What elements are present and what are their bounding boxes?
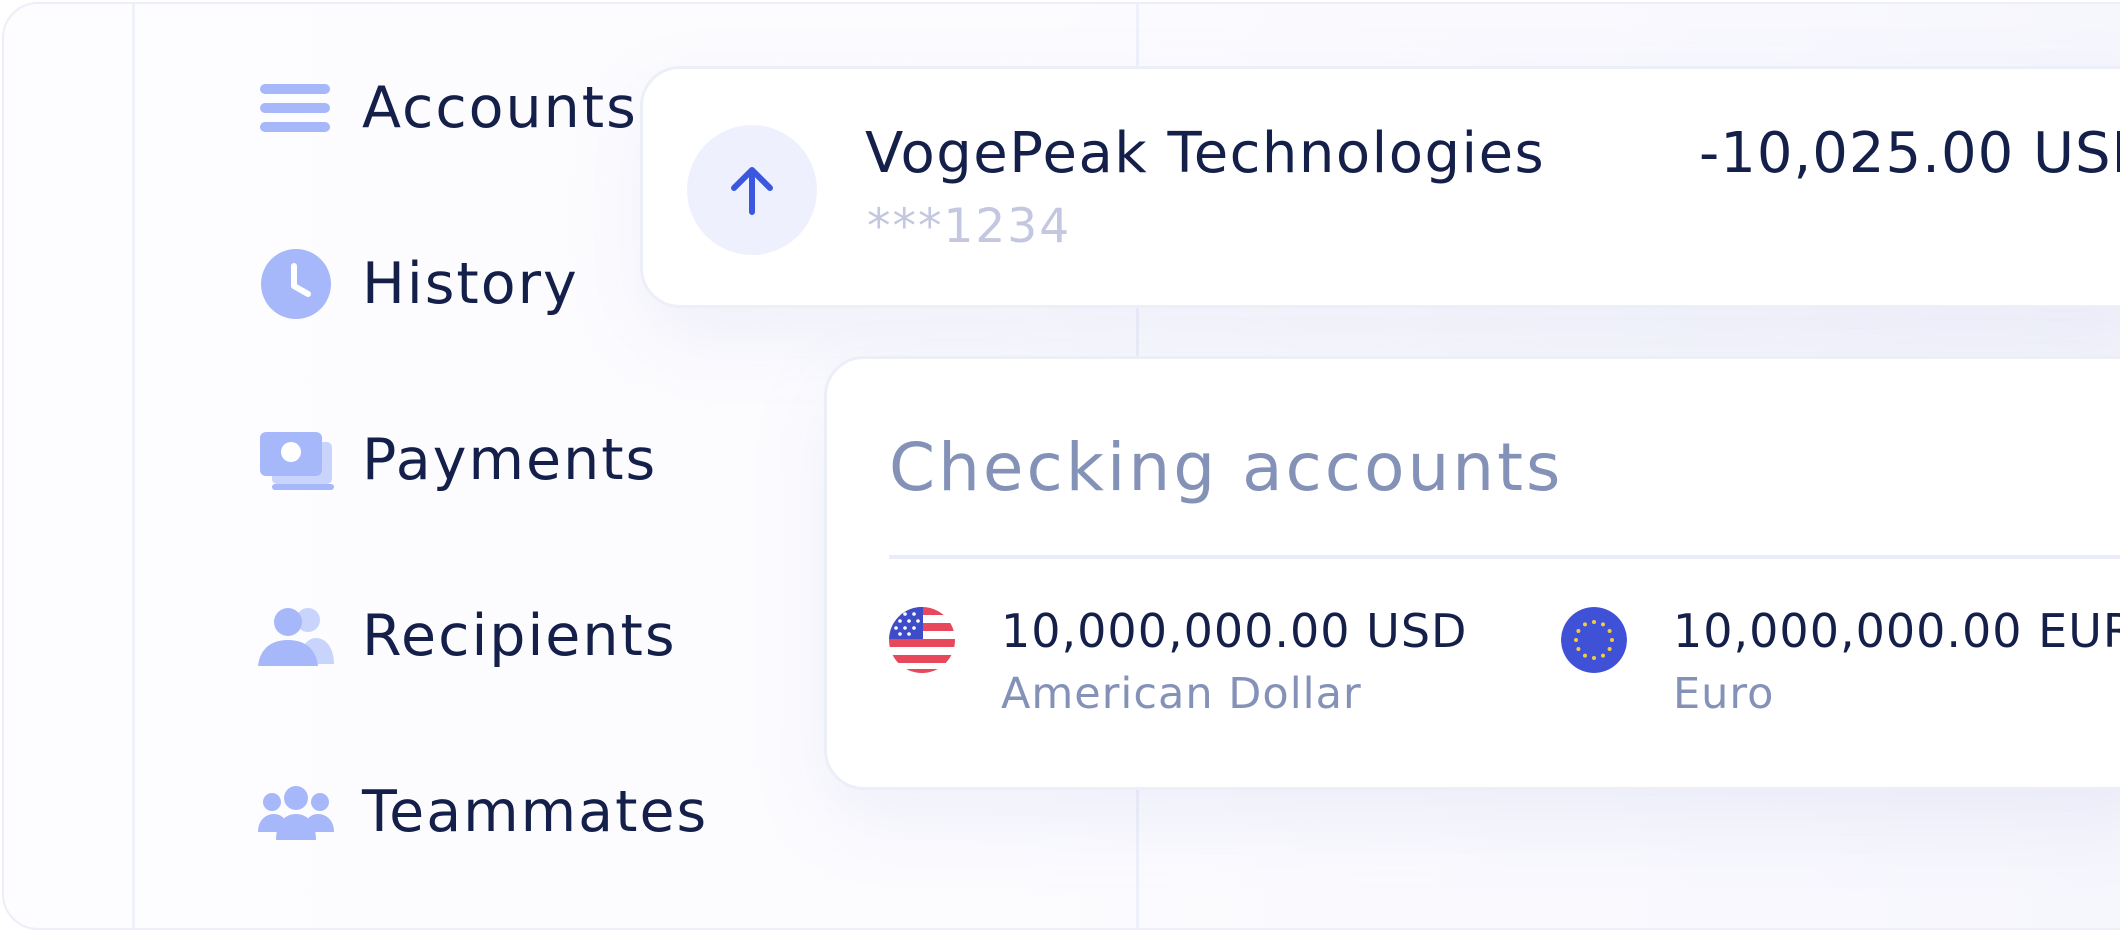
- sidebar-item-history[interactable]: History: [258, 244, 579, 324]
- sidebar-divider: [132, 4, 135, 928]
- account-balance: 10,000,000.00 EUR: [1673, 604, 2120, 658]
- divider: [889, 555, 2120, 559]
- sidebar-item-label: Accounts: [362, 75, 638, 141]
- transaction-account-number: ***1234: [867, 199, 1072, 254]
- eu-flag-icon: [1561, 607, 1627, 673]
- sidebar-item-label: Recipients: [362, 603, 677, 669]
- sidebar-item-recipients[interactable]: Recipients: [258, 596, 677, 676]
- account-currency-name: American Dollar: [1001, 669, 1362, 719]
- account-balance: 10,000,000.00 USD: [1001, 604, 1468, 658]
- payment-icon: [258, 422, 334, 498]
- account-item-usd[interactable]: 10,000,000.00 USD American Dollar: [889, 603, 1467, 729]
- account-item-eur[interactable]: 10,000,000.00 EUR Euro: [1561, 603, 2120, 729]
- users-icon: [258, 598, 334, 674]
- card-title: Checking accounts: [889, 429, 1564, 506]
- transaction-name: VogePeak Technologies: [865, 121, 1546, 186]
- sidebar-item-label: Payments: [362, 427, 658, 493]
- sidebar-item-payments[interactable]: Payments: [258, 420, 657, 500]
- transaction-card[interactable]: VogePeak Technologies ***1234 -10,025.00…: [640, 66, 2120, 308]
- transaction-amount: -10,025.00 USD: [1699, 121, 2120, 186]
- sidebar-item-label: Teammates: [362, 779, 709, 845]
- arrow-up-icon: [687, 125, 817, 255]
- menu-icon: [258, 70, 334, 146]
- sidebar-item-teammates[interactable]: Teammates: [258, 772, 708, 852]
- sidebar-item-accounts[interactable]: Accounts: [258, 68, 638, 148]
- clock-icon: [258, 246, 334, 322]
- sidebar-item-label: History: [362, 251, 579, 317]
- us-flag-icon: [889, 607, 955, 673]
- team-icon: [258, 774, 334, 850]
- checking-accounts-card: Checking accounts 10,000,000.00 USD Amer…: [824, 356, 2120, 790]
- account-currency-name: Euro: [1673, 669, 1775, 719]
